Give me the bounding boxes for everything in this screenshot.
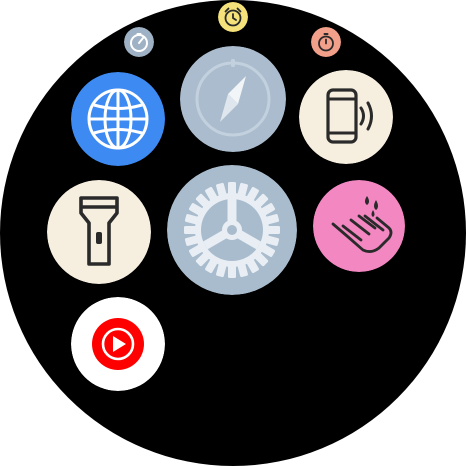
alarm-clock-icon (218, 2, 248, 32)
compass-icon (180, 46, 286, 152)
app-flashlight[interactable] (47, 180, 151, 284)
app-find-phone[interactable] (299, 70, 393, 164)
flashlight-icon (47, 180, 151, 284)
globe-icon (71, 72, 165, 166)
app-settings[interactable] (167, 165, 297, 295)
watch-screen (0, 0, 466, 466)
app-youtube-music[interactable] (71, 297, 165, 391)
youtube-music-icon (71, 297, 165, 391)
app-handwash[interactable] (313, 180, 405, 272)
app-browser[interactable] (71, 72, 165, 166)
stopwatch-icon (311, 27, 341, 57)
handwash-icon (313, 180, 405, 272)
gauge-icon (124, 27, 154, 57)
app-alarm[interactable] (218, 2, 248, 32)
phone-vibrate-icon (299, 70, 393, 164)
app-gauge[interactable] (124, 27, 154, 57)
gear-icon (167, 165, 297, 295)
app-compass[interactable] (180, 46, 286, 152)
app-timer[interactable] (311, 27, 341, 57)
